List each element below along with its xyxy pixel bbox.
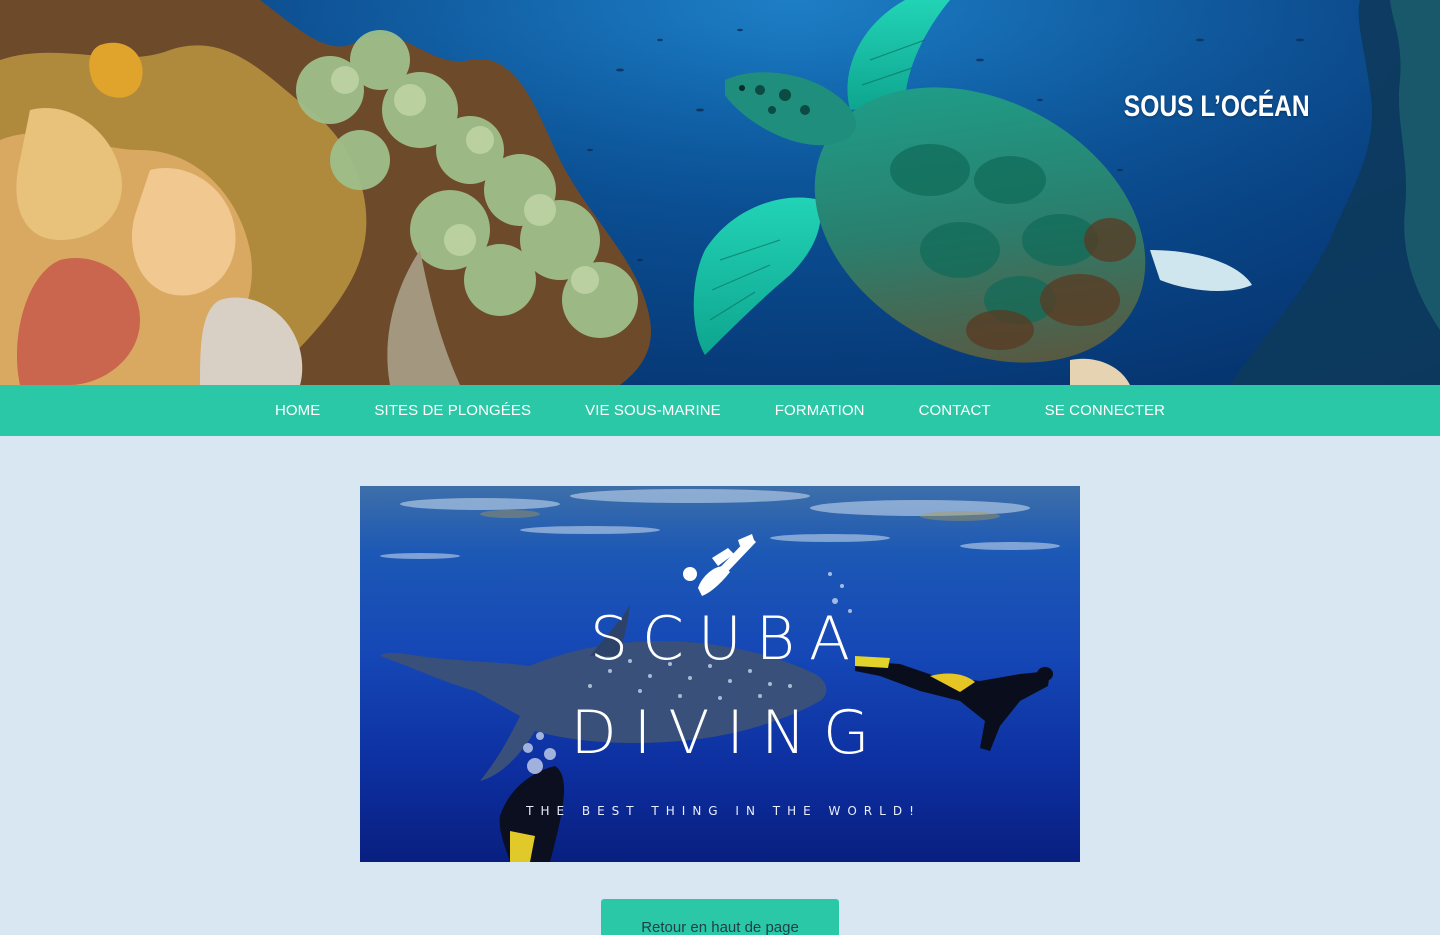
- banner-heading-line1: SCUBA: [589, 604, 865, 674]
- main-navigation: HOME SITES DE PLONGÉES VIE SOUS-MARINE F…: [0, 385, 1440, 436]
- scuba-diving-banner: SCUBA DIVING THE BEST THING IN THE WORLD…: [360, 486, 1080, 862]
- nav-list: HOME SITES DE PLONGÉES VIE SOUS-MARINE F…: [248, 402, 1192, 419]
- diver-logo-icon: [683, 534, 756, 596]
- nav-item-dive-sites[interactable]: SITES DE PLONGÉES: [347, 402, 558, 419]
- site-title[interactable]: SOUS L’OCÉAN: [1124, 90, 1310, 124]
- nav-item-login[interactable]: SE CONNECTER: [1018, 402, 1192, 419]
- back-to-top-button[interactable]: Retour en haut de page: [601, 899, 839, 935]
- nav-item-training[interactable]: FORMATION: [748, 402, 892, 419]
- banner-tagline: THE BEST THING IN THE WORLD!: [526, 804, 921, 818]
- nav-item-marine-life[interactable]: VIE SOUS-MARINE: [558, 402, 748, 419]
- banner-heading-line2: DIVING: [570, 698, 887, 768]
- nav-item-home[interactable]: HOME: [248, 402, 347, 419]
- nav-item-contact[interactable]: CONTACT: [892, 402, 1018, 419]
- coral-reef-turtle-image: [0, 0, 1440, 385]
- hero-banner: SOUS L’OCÉAN: [0, 0, 1440, 385]
